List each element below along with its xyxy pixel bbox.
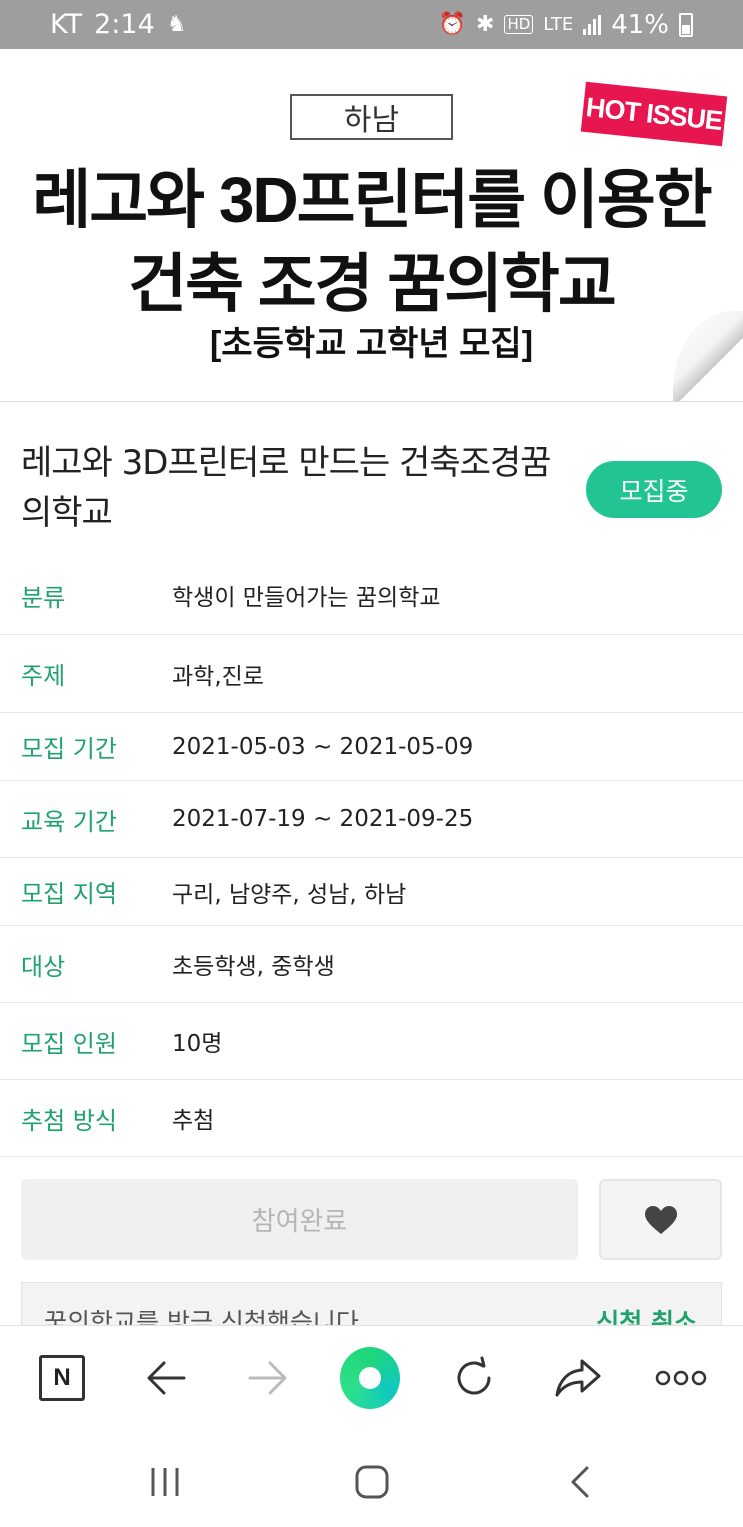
- info-value: 추첨: [172, 1108, 215, 1134]
- arrow-left-icon: [147, 1361, 186, 1395]
- banner-headline-2: 건축 조경 꿈의학교: [128, 248, 617, 320]
- info-value: 과학,진로: [172, 663, 264, 690]
- info-label: 교육 기간: [21, 807, 117, 836]
- naver-n-icon: N: [39, 1355, 85, 1401]
- system-back-button[interactable]: [550, 1459, 610, 1505]
- info-row-recruit-period: 모집 기간 2021-05-03 ~ 2021-05-09: [0, 713, 743, 781]
- home-icon: [355, 1465, 389, 1499]
- like-button[interactable]: [599, 1179, 722, 1260]
- battery-icon: [679, 12, 693, 37]
- info-label: 추첨 방식: [21, 1106, 117, 1135]
- status-right: ⏰ ✱ HD LTE 41%: [439, 10, 693, 40]
- notification-icon: ♞: [166, 11, 187, 37]
- info-row-selection: 추첨 방식 추첨: [0, 1080, 743, 1157]
- join-complete-button[interactable]: 참여완료: [21, 1179, 578, 1260]
- banner-subheadline: [초등학교 고학년 모집]: [209, 325, 534, 363]
- more-options-button[interactable]: [651, 1348, 711, 1408]
- hot-issue-badge: HOT ISSUE: [580, 81, 728, 147]
- home-button[interactable]: [342, 1459, 402, 1505]
- info-row-capacity: 모집 인원 10명: [0, 1003, 743, 1080]
- page-title: 레고와 3D프린터로 만드는 건축조경꿈의학교: [21, 443, 551, 533]
- info-row-region: 모집 지역 구리, 남양주, 성남, 하남: [0, 858, 743, 926]
- info-value: 2021-07-19 ~ 2021-09-25: [172, 806, 474, 832]
- back-button[interactable]: [136, 1348, 196, 1408]
- bluetooth-icon: ✱: [476, 11, 495, 37]
- info-row-target: 대상 초등학생, 중학생: [0, 926, 743, 1003]
- info-value: 구리, 남양주, 성남, 하남: [172, 881, 407, 908]
- arrow-right-icon: [248, 1361, 287, 1395]
- green-dot-button[interactable]: [340, 1347, 400, 1409]
- info-row-topic: 주제 과학,진로: [0, 635, 743, 713]
- more-dots-icon: [655, 1370, 707, 1386]
- recruiting-status-badge: 모집중: [586, 461, 722, 518]
- banner-region-tag: 하남: [290, 94, 453, 140]
- status-left: KT 2:14 ♞: [50, 9, 186, 40]
- naver-home-button[interactable]: N: [32, 1348, 92, 1408]
- info-row-education-period: 교육 기간 2021-07-19 ~ 2021-09-25: [0, 781, 743, 858]
- share-button[interactable]: [548, 1348, 608, 1408]
- info-label: 모집 지역: [21, 880, 117, 908]
- refresh-button[interactable]: [444, 1348, 504, 1408]
- time-label: 2:14: [94, 9, 155, 40]
- info-value: 10명: [172, 1031, 223, 1057]
- recent-apps-icon: [151, 1468, 179, 1496]
- battery-percent: 41%: [611, 9, 669, 40]
- status-bar: KT 2:14 ♞ ⏰ ✱ HD LTE 41%: [0, 0, 743, 49]
- info-value: 2021-05-03 ~ 2021-05-09: [172, 733, 474, 760]
- title-wrap: 레고와 3D프린터로 만드는 건축조경꿈의학교: [21, 438, 561, 538]
- refresh-icon: [457, 1356, 491, 1395]
- info-label: 대상: [21, 952, 66, 981]
- hd-voice-icon: HD: [504, 15, 534, 34]
- program-banner: 하남 HOT ISSUE 레고와 3D프린터를 이용한 건축 조경 꿈의학교 […: [0, 49, 743, 402]
- forward-button[interactable]: [238, 1348, 298, 1408]
- share-arrow-icon: [555, 1359, 601, 1397]
- info-row-category: 분류 학생이 만들어가는 꿈의학교: [0, 556, 743, 635]
- info-value: 학생이 만들어가는 꿈의학교: [172, 585, 441, 611]
- browser-toolbar: N: [0, 1325, 743, 1431]
- info-label: 모집 인원: [21, 1029, 117, 1058]
- green-circle-icon: [340, 1347, 400, 1409]
- info-value: 초등학생, 중학생: [172, 954, 335, 980]
- info-label: 모집 기간: [21, 735, 117, 763]
- signal-icon: [583, 14, 602, 35]
- recent-apps-button[interactable]: [135, 1459, 195, 1505]
- info-label: 주제: [21, 662, 66, 690]
- info-label: 분류: [21, 583, 66, 612]
- heart-icon: [644, 1205, 677, 1234]
- chevron-left-icon: [571, 1466, 589, 1498]
- lte-label: LTE: [543, 13, 574, 35]
- banner-headline-1: 레고와 3D프린터를 이용한: [32, 164, 712, 236]
- carrier-label: KT: [50, 9, 83, 40]
- alarm-icon: ⏰: [438, 11, 466, 37]
- system-navigation-bar: [0, 1431, 743, 1527]
